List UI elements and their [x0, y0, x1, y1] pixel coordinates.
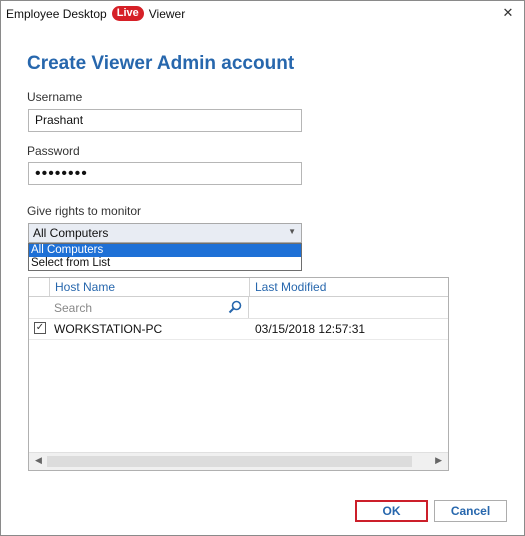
arrow-left-icon[interactable]: ◀	[35, 455, 42, 466]
search-icon[interactable]	[228, 300, 242, 314]
table-row[interactable]: ✓ WORKSTATION-PC 03/15/2018 12:57:31	[29, 319, 448, 340]
column-header-last-modified[interactable]: Last Modified	[250, 278, 448, 296]
dropdown-option-all-computers[interactable]: All Computers	[29, 244, 301, 257]
column-header-host-name[interactable]: Host Name	[50, 278, 250, 296]
search-row: Search	[29, 297, 448, 319]
rights-selected-value: All Computers	[33, 226, 109, 240]
username-field[interactable]: Prashant	[28, 109, 302, 132]
chevron-down-icon[interactable]: ▼	[288, 227, 296, 236]
scrollbar-thumb[interactable]	[47, 456, 412, 467]
row-checkbox[interactable]: ✓	[34, 322, 46, 334]
last-modified-cell: 03/15/2018 12:57:31	[255, 322, 366, 336]
title-prefix: Employee Desktop	[6, 6, 107, 21]
header-check-column	[29, 278, 50, 296]
search-placeholder: Search	[54, 301, 93, 315]
username-label: Username	[27, 90, 83, 104]
cancel-button[interactable]: Cancel	[434, 500, 507, 522]
password-field[interactable]: ••••••••	[28, 162, 302, 185]
window-title: Employee Desktop Live Viewer	[6, 6, 185, 21]
close-icon[interactable]: ✕	[498, 4, 518, 22]
title-bar: Employee Desktop Live Viewer ✕	[1, 1, 524, 26]
rights-dropdown[interactable]: All Computers ▼	[28, 223, 302, 243]
horizontal-scrollbar[interactable]: ◀ ▶	[29, 452, 448, 470]
dialog-window: Employee Desktop Live Viewer ✕ Create Vi…	[0, 0, 525, 536]
search-input[interactable]: Search	[50, 297, 249, 318]
grid-header: Host Name Last Modified	[29, 278, 448, 297]
ok-button[interactable]: OK	[355, 500, 428, 522]
rights-label: Give rights to monitor	[27, 204, 142, 218]
check-icon: ✓	[35, 322, 45, 333]
host-name-header-label: Host Name	[55, 280, 116, 294]
last-modified-header-label: Last Modified	[255, 280, 327, 294]
live-badge: Live	[111, 6, 144, 21]
dropdown-option-select-from-list[interactable]: Select from List	[29, 257, 301, 270]
password-label: Password	[27, 144, 80, 158]
host-name-cell: WORKSTATION-PC	[54, 322, 163, 336]
page-title: Create Viewer Admin account	[27, 53, 295, 74]
title-suffix: Viewer	[148, 6, 186, 21]
arrow-right-icon[interactable]: ▶	[435, 455, 442, 466]
computers-grid: Host Name Last Modified Search ✓ WORKSTA…	[28, 277, 449, 471]
rights-dropdown-list: All Computers Select from List	[28, 243, 302, 271]
